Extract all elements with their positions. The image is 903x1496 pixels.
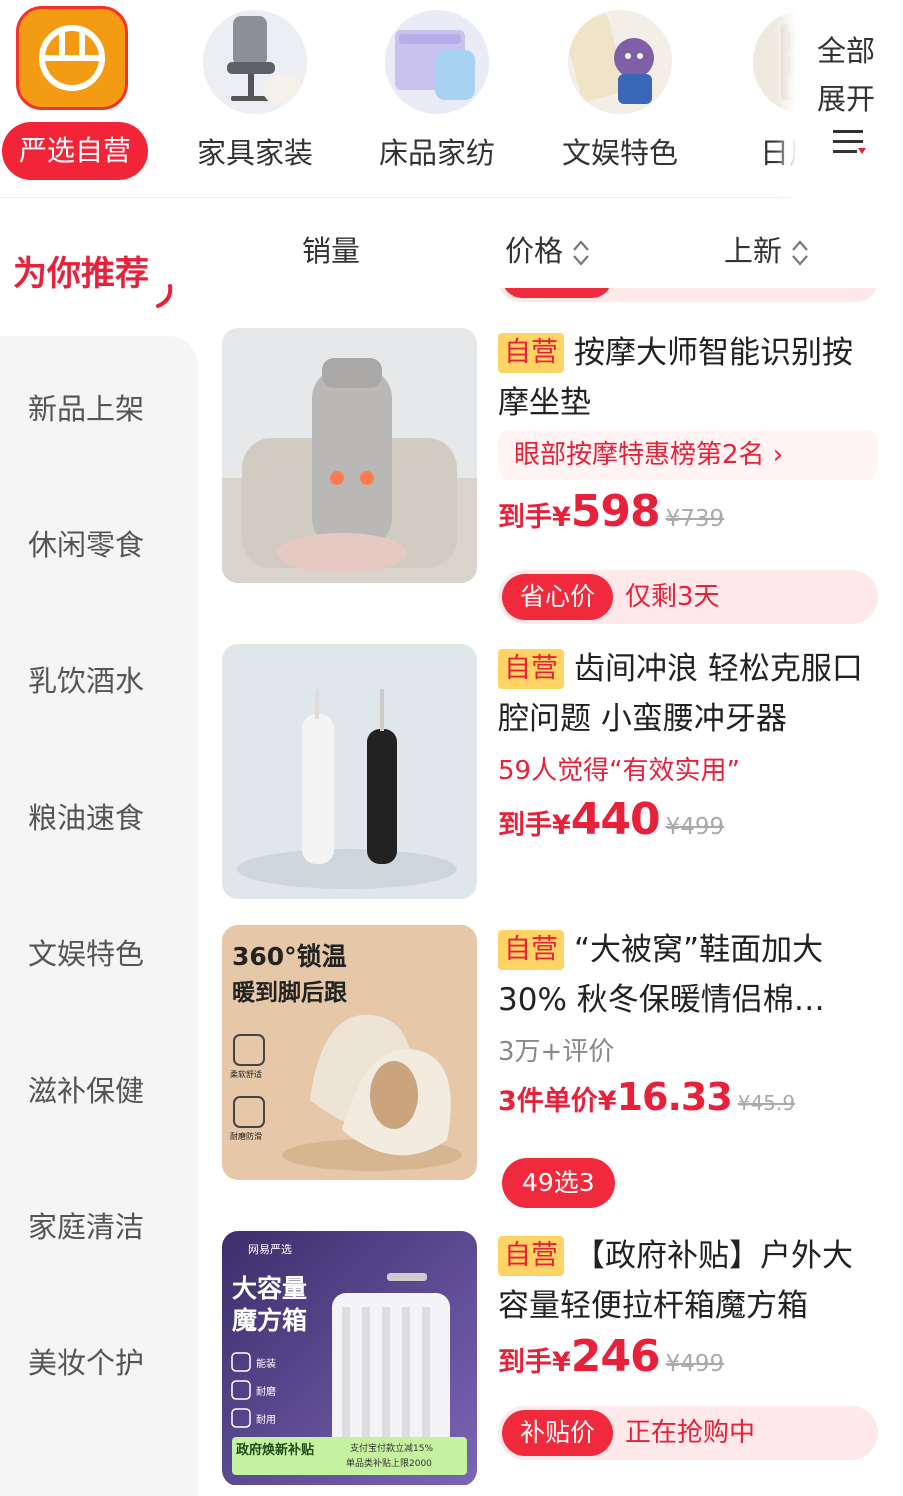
sort-label: 上新 (724, 234, 783, 268)
sidebar-item-health[interactable]: 滋补保健 (28, 1068, 144, 1110)
product-title[interactable]: 自营 【政府补贴】户外大容量轻便拉杆箱魔方箱 (498, 1231, 883, 1331)
product-price: 3件单价¥16.33 ¥45.9 (498, 1075, 796, 1119)
sidebar-item-new[interactable]: 新品上架 (28, 386, 144, 428)
yanxuan-logo-icon (16, 6, 128, 110)
product-card[interactable]: 网易严选 大容量 魔方箱 能装 耐磨 耐用 政府焕新补贴 支付宝付款立减15% … (198, 1231, 903, 1485)
product-image-luggage[interactable]: 网易严选 大容量 魔方箱 能装 耐磨 耐用 政府焕新补贴 支付宝付款立减15% … (222, 1231, 477, 1485)
bundle-tag: 49选3 (502, 1158, 615, 1208)
image-feature-label: 耐磨防滑 (230, 1132, 262, 1141)
ranking-text: 眼部按摩特惠榜第2名 (514, 440, 765, 470)
toy-figure-icon (568, 10, 672, 114)
category-label: 文娱特色 (561, 136, 678, 170)
product-card[interactable]: 自营 按摩大师智能识别按摩坐垫 眼部按摩特惠榜第2名 › 到手¥598 ¥739 省… (198, 328, 903, 628)
category-label: 严选自营 (2, 122, 148, 180)
product-price: 到手¥246 ¥499 (498, 1331, 725, 1382)
product-feed: 自营 按摩大师智能识别按摩坐垫 眼部按摩特惠榜第2名 › 到手¥598 ¥739 省… (198, 288, 903, 1485)
sidebar-item-snacks[interactable]: 休闲零食 (28, 522, 144, 564)
bedding-icon (385, 10, 489, 114)
sort-price-button[interactable]: 价格 (505, 228, 591, 270)
sidebar-item-beauty[interactable]: 美妆个护 (28, 1340, 144, 1382)
category-label: 床品家纺 (378, 136, 495, 170)
menu-icon (833, 130, 866, 154)
sort-arrows-icon (573, 240, 589, 266)
chevron-right-icon: › (764, 440, 784, 470)
category-entertainment[interactable]: 文娱特色 (545, 0, 695, 198)
expand-all-label: 展开 (817, 82, 876, 116)
original-price: ¥499 (665, 1351, 725, 1377)
sidebar-list: 新品上架 休闲零食 乳饮酒水 粮油速食 文娱特色 滋补保健 家庭清洁 美妆个护 (0, 336, 198, 1496)
promo-pill: 补贴价 (502, 1410, 614, 1456)
ranking-link[interactable]: 眼部按摩特惠榜第2名 › (498, 430, 878, 480)
original-price: ¥739 (665, 506, 725, 532)
product-card[interactable]: 360°锁温 暖到脚后跟 柔软舒适 耐磨防滑 自营 “大被窝”鞋面加大30% 秋冬… (198, 925, 903, 1215)
image-promo-detail: 支付宝付款立减15% (350, 1444, 434, 1454)
original-price: ¥499 (665, 814, 725, 840)
product-image-massage-cushion[interactable] (222, 328, 477, 583)
product-title[interactable]: 自营 “大被窝”鞋面加大30% 秋冬保暖情侣棉… (498, 925, 883, 1025)
product-price: 到手¥440 ¥499 (498, 794, 725, 845)
product-title[interactable]: 自营 齿间冲浪 轻松克服口腔问题 小蛮腰冲牙器 (498, 644, 883, 744)
image-headline: 大容量 (232, 1274, 308, 1303)
product-image-water-flosser[interactable] (222, 644, 477, 899)
image-subheadline: 暖到脚后跟 (232, 980, 347, 1006)
product-card[interactable]: 自营 齿间冲浪 轻松克服口腔问题 小蛮腰冲牙器 59人觉得“有效实用” 到手¥44… (198, 644, 903, 904)
sort-label: 价格 (505, 234, 564, 268)
promo-tag-bar: 省心价 仅剩3天 (498, 570, 878, 624)
previous-item-tag (498, 288, 878, 302)
product-price: 到手¥598 ¥739 (498, 486, 725, 537)
image-promo-detail: 单品类补贴上限2000 (346, 1459, 432, 1469)
image-feature-label: 耐磨 (256, 1387, 276, 1398)
image-feature-label: 耐用 (256, 1415, 276, 1426)
expand-all-button[interactable]: 全部 展开 (795, 0, 903, 198)
image-brand: 网易严选 (248, 1243, 292, 1256)
category-label: 家具家装 (196, 136, 313, 170)
category-bedding[interactable]: 床品家纺 (362, 0, 512, 198)
self-operated-badge: 自营 (498, 649, 564, 689)
promo-tag-bar: 补贴价 正在抢购中 (498, 1406, 878, 1460)
original-price: ¥45.9 (737, 1091, 796, 1115)
promo-pill: 省心价 (502, 574, 614, 620)
product-image-cotton-slippers[interactable]: 360°锁温 暖到脚后跟 柔软舒适 耐磨防滑 (222, 925, 477, 1180)
self-operated-badge: 自营 (498, 930, 564, 970)
sidebar: 为你推荐 新品上架 休闲零食 乳饮酒水 粮油速食 文娱特色 滋补保健 家庭清洁 … (0, 198, 198, 1496)
category-furniture[interactable]: 家具家装 (180, 0, 330, 198)
image-subheadline: 魔方箱 (232, 1306, 308, 1335)
self-operated-badge: 自营 (498, 1236, 564, 1276)
swoosh-icon (156, 284, 173, 308)
sidebar-item-cleaning[interactable]: 家庭清洁 (28, 1204, 144, 1246)
review-count: 3万+评价 (498, 1037, 615, 1067)
sidebar-item-entertainment[interactable]: 文娱特色 (28, 931, 144, 973)
image-feature-label: 柔软舒适 (230, 1070, 262, 1079)
self-operated-badge: 自营 (498, 333, 564, 373)
sidebar-item-grain[interactable]: 粮油速食 (28, 795, 144, 837)
sidebar-item-recommend[interactable]: 为你推荐 (0, 198, 198, 336)
image-feature-label: 能装 (256, 1359, 276, 1370)
office-chair-icon (203, 10, 307, 114)
sort-label: 销量 (302, 234, 361, 268)
category-yanxuan[interactable]: 严选自营 (0, 0, 150, 198)
image-headline: 360°锁温 (232, 942, 347, 971)
category-nav: 严选自营 家具家装 床品家纺 文娱特色 日用 全部 展开 (0, 0, 903, 198)
image-promo: 政府焕新补贴 (236, 1443, 315, 1458)
expand-all-label: 全部 (817, 34, 876, 68)
sidebar-item-drinks[interactable]: 乳饮酒水 (28, 658, 144, 700)
sort-bar: 销量 价格 上新 (198, 198, 903, 288)
promo-text: 仅剩3天 (625, 582, 720, 612)
product-title[interactable]: 自营 按摩大师智能识别按摩坐垫 (498, 328, 883, 428)
sort-arrows-icon (792, 240, 808, 266)
sort-newest-button[interactable]: 上新 (724, 228, 810, 270)
sort-sales-button[interactable]: 销量 (302, 228, 360, 270)
sidebar-title: 为你推荐 (13, 254, 149, 294)
review-highlight: 59人觉得“有效实用” (498, 756, 741, 786)
promo-text: 正在抢购中 (625, 1418, 756, 1448)
